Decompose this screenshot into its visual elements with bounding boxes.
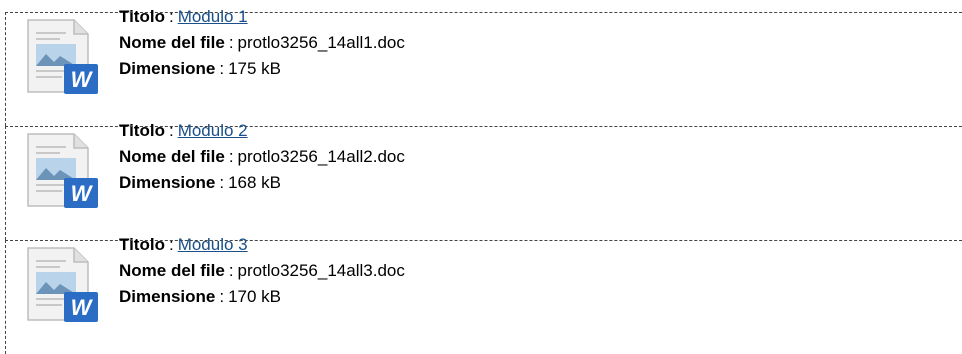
svg-text:W: W — [71, 181, 94, 206]
filename-value: protlo3256_14all3.doc — [237, 261, 405, 280]
separator: : — [219, 59, 225, 78]
filename-row: Nome del file: protlo3256_14all3.doc — [119, 258, 405, 284]
svg-text:W: W — [71, 67, 94, 92]
attachment-item: W Titolo: Modulo 3 Nome del file: protlo32… — [5, 235, 962, 354]
attachment-info: Titolo: Modulo 3 Nome del file: protlo3256… — [119, 232, 405, 310]
title-row: Titolo: Modulo 2 — [119, 118, 405, 144]
title-label: Titolo — [119, 7, 165, 26]
filename-row: Nome del file: protlo3256_14all2.doc — [119, 144, 405, 170]
attachment-title-link[interactable]: Modulo 2 — [178, 121, 248, 140]
separator: : — [168, 7, 174, 26]
filename-label: Nome del file — [119, 147, 225, 166]
separator: : — [168, 235, 174, 254]
title-label: Titolo — [119, 121, 165, 140]
separator: : — [168, 121, 174, 140]
title-row: Titolo: Modulo 1 — [119, 4, 405, 30]
separator: : — [228, 147, 234, 166]
size-value: 175 kB — [228, 59, 282, 78]
filename-row: Nome del file: protlo3256_14all1.doc — [119, 30, 405, 56]
separator: : — [219, 173, 225, 192]
size-label: Dimensione — [119, 59, 216, 78]
word-document-icon[interactable]: W — [22, 130, 100, 210]
attachment-title-link[interactable]: Modulo 3 — [178, 235, 248, 254]
size-value: 170 kB — [228, 287, 282, 306]
attachment-item: W Titolo: Modulo 1 Nome del file: protlo32… — [5, 7, 962, 126]
size-label: Dimensione — [119, 287, 216, 306]
filename-label: Nome del file — [119, 33, 225, 52]
word-document-icon[interactable]: W — [22, 244, 100, 324]
separator: : — [228, 261, 234, 280]
attachment-info: Titolo: Modulo 1 Nome del file: protlo3256… — [119, 4, 405, 82]
separator: : — [228, 33, 234, 52]
size-label: Dimensione — [119, 173, 216, 192]
attachment-title-link[interactable]: Modulo 1 — [178, 7, 248, 26]
filename-label: Nome del file — [119, 261, 225, 280]
size-row: Dimensione:168 kB — [119, 170, 405, 196]
svg-text:W: W — [71, 295, 94, 320]
filename-value: protlo3256_14all2.doc — [237, 147, 405, 166]
size-row: Dimensione:175 kB — [119, 56, 405, 82]
attachment-info: Titolo: Modulo 2 Nome del file: protlo3256… — [119, 118, 405, 196]
attachment-item: W Titolo: Modulo 2 Nome del file: protlo32… — [5, 121, 962, 240]
size-value: 168 kB — [228, 173, 282, 192]
size-row: Dimensione:170 kB — [119, 284, 405, 310]
separator: : — [219, 287, 225, 306]
title-label: Titolo — [119, 235, 165, 254]
filename-value: protlo3256_14all1.doc — [237, 33, 405, 52]
title-row: Titolo: Modulo 3 — [119, 232, 405, 258]
word-document-icon[interactable]: W — [22, 16, 100, 96]
